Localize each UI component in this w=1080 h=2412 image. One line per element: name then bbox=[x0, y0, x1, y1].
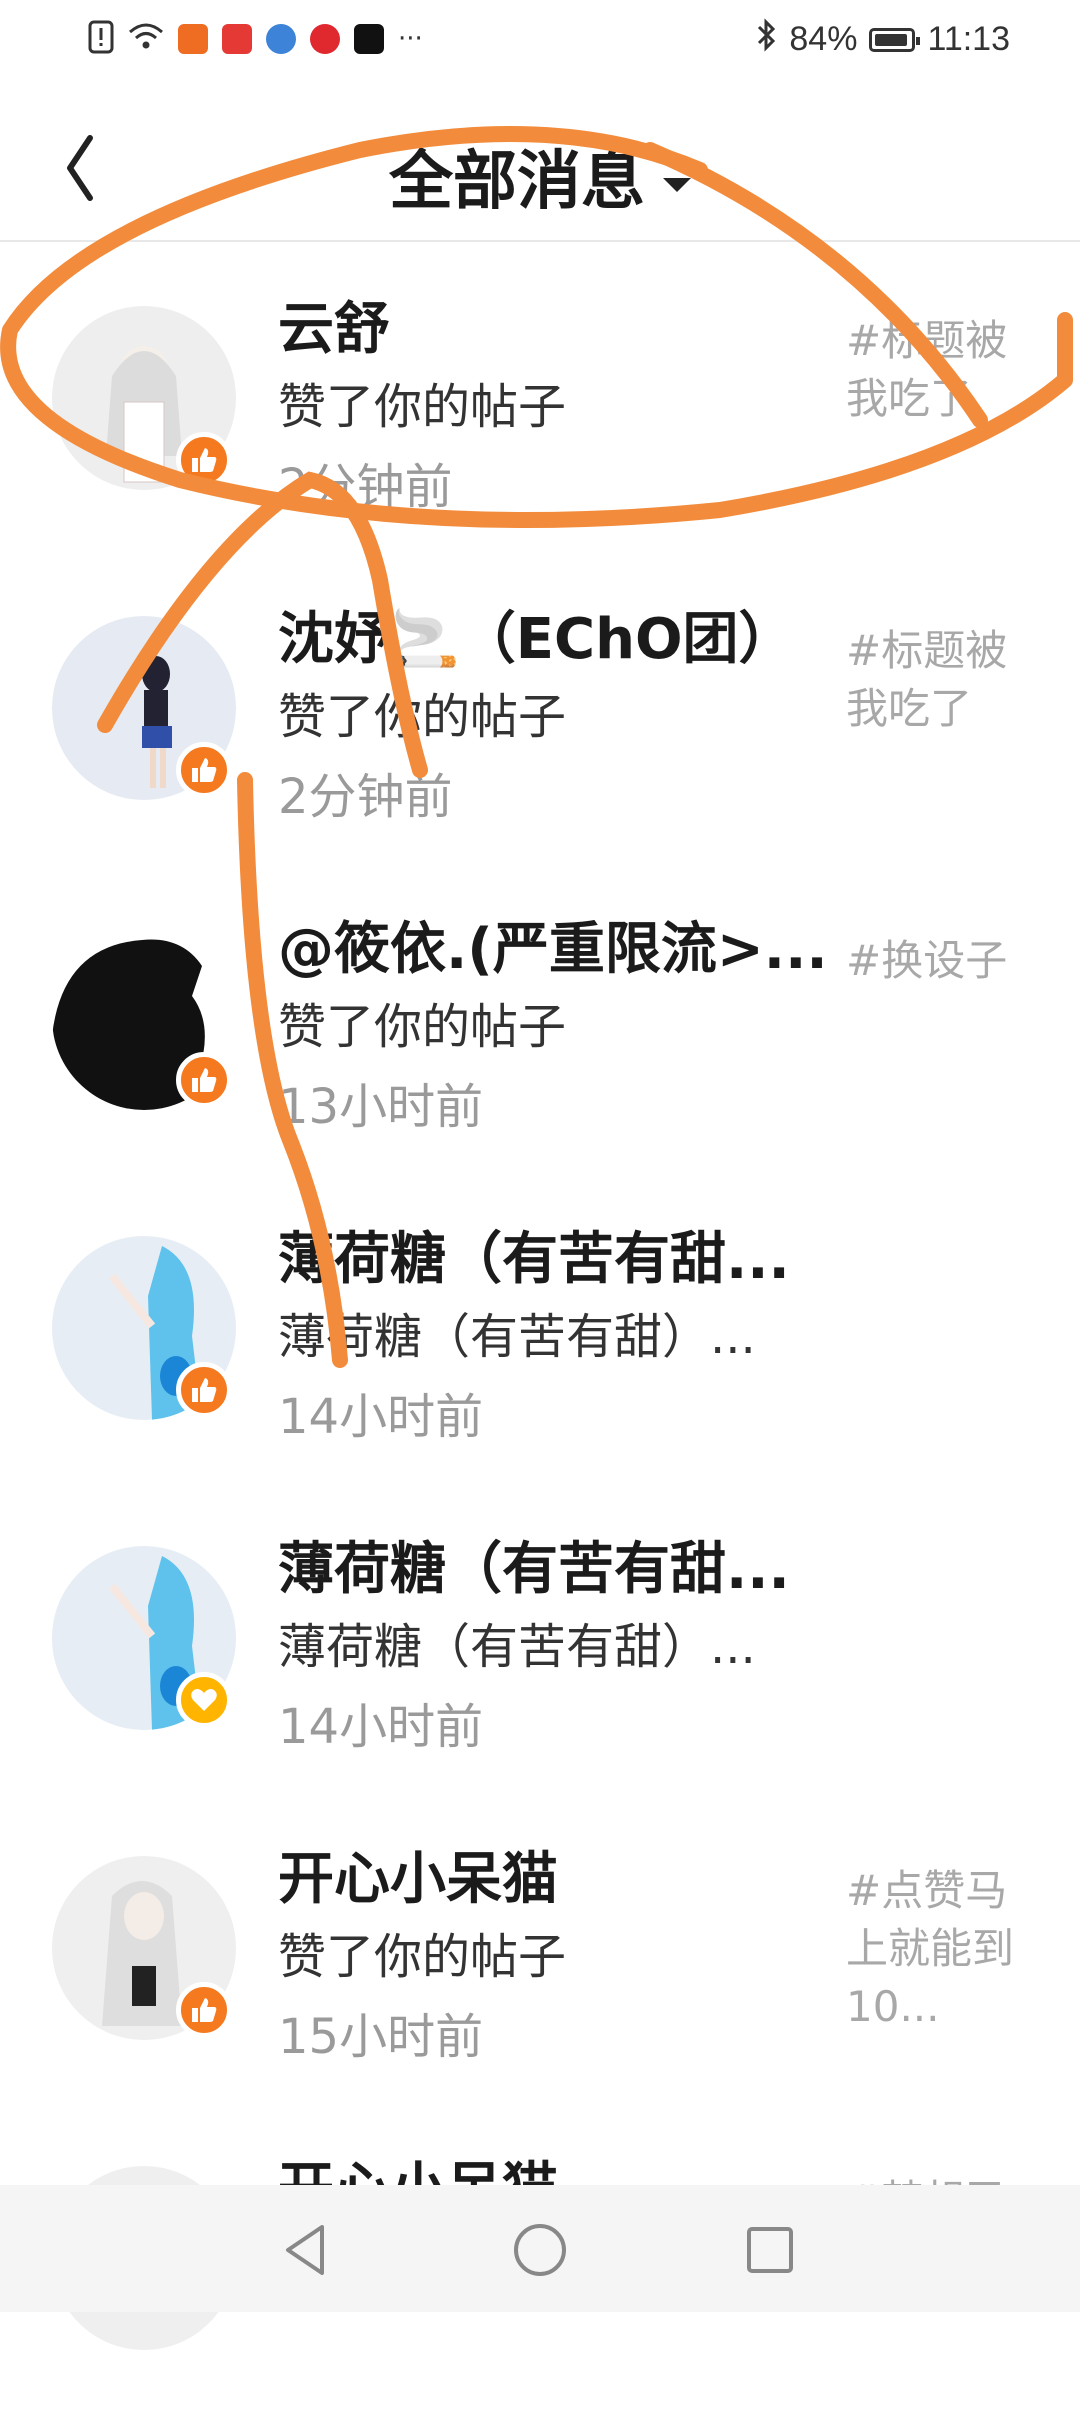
message-list: 云舒 赞了你的帖子 2分钟前 #标题被我吃了 沈妤🚬（EChO团） 赞了你的帖子… bbox=[0, 242, 1080, 2412]
message-time: 2分钟前 bbox=[278, 459, 453, 515]
heart-icon bbox=[176, 1672, 232, 1728]
thumbs-up-icon bbox=[176, 432, 232, 488]
alert-icon bbox=[88, 20, 114, 58]
sender-name: @筱依.(严重限流>... bbox=[278, 917, 828, 982]
video-icon bbox=[310, 24, 340, 54]
message-action: 赞了你的帖子 bbox=[278, 689, 567, 745]
list-item[interactable]: 薄荷糖（有苦有甜... 薄荷糖（有苦有甜）... 14小时前 bbox=[0, 1172, 1080, 1482]
header: 全部消息 bbox=[0, 110, 1080, 240]
thumbs-up-icon bbox=[176, 1982, 232, 2038]
message-action: 薄荷糖（有苦有甜）... bbox=[278, 1309, 756, 1365]
post-topic[interactable]: #标题被我吃了 bbox=[846, 312, 1036, 428]
message-time: 14小时前 bbox=[278, 1699, 484, 1755]
list-item[interactable]: @筱依.(严重限流>... 赞了你的帖子 13小时前 #换设子 bbox=[0, 862, 1080, 1172]
huawei-icon bbox=[222, 24, 252, 54]
post-topic[interactable]: #点赞马上就能到10... bbox=[846, 1862, 1036, 2036]
square-recents-icon[interactable] bbox=[735, 2215, 805, 2285]
sender-name: 云舒 bbox=[278, 297, 390, 362]
status-bar: ··· 84% 11:13 bbox=[0, 0, 1080, 80]
app-icon bbox=[178, 24, 208, 54]
sender-name: 开心小呆猫 bbox=[278, 1847, 558, 1912]
bluetooth-icon bbox=[755, 18, 777, 61]
list-item[interactable]: 薄荷糖（有苦有甜... 薄荷糖（有苦有甜）... 14小时前 bbox=[0, 1482, 1080, 1792]
more-icon: ··· bbox=[398, 24, 423, 54]
page-title-dropdown[interactable]: 全部消息 bbox=[0, 130, 1080, 222]
post-topic[interactable]: #标题被我吃了 bbox=[846, 622, 1036, 738]
clock: 11:13 bbox=[927, 20, 1010, 58]
tiktok-icon bbox=[354, 24, 384, 54]
sender-name: 薄荷糖（有苦有甜... bbox=[278, 1227, 790, 1292]
thumbs-up-icon bbox=[176, 1362, 232, 1418]
message-time: 14小时前 bbox=[278, 1389, 484, 1445]
status-icons: ··· bbox=[88, 20, 423, 58]
battery-percent: 84% bbox=[789, 20, 858, 58]
sender-name: 沈妤🚬（EChO团） bbox=[278, 607, 795, 672]
system-nav-bar bbox=[0, 2185, 1080, 2312]
list-item[interactable]: 沈妤🚬（EChO团） 赞了你的帖子 2分钟前 #标题被我吃了 bbox=[0, 552, 1080, 862]
page-title: 全部消息 bbox=[389, 145, 645, 219]
message-action: 赞了你的帖子 bbox=[278, 379, 567, 435]
triangle-back-icon[interactable] bbox=[270, 2215, 340, 2285]
circle-home-icon[interactable] bbox=[505, 2215, 575, 2285]
status-right: 84% 11:13 bbox=[755, 18, 1010, 61]
post-topic[interactable]: #换设子 bbox=[846, 932, 1036, 990]
message-action: 薄荷糖（有苦有甜）... bbox=[278, 1619, 756, 1675]
browser-icon bbox=[266, 24, 296, 54]
thumbs-up-icon bbox=[176, 742, 232, 798]
message-time: 13小时前 bbox=[278, 1079, 484, 1135]
wifi-icon bbox=[128, 22, 164, 56]
message-action: 赞了你的帖子 bbox=[278, 1929, 567, 1985]
sender-name: 薄荷糖（有苦有甜... bbox=[278, 1537, 790, 1602]
caret-down-icon bbox=[663, 178, 691, 193]
message-action: 赞了你的帖子 bbox=[278, 999, 567, 1055]
thumbs-up-icon bbox=[176, 1052, 232, 1108]
message-time: 15小时前 bbox=[278, 2009, 484, 2065]
battery-icon bbox=[869, 27, 921, 52]
message-time: 2分钟前 bbox=[278, 769, 453, 825]
list-item[interactable]: 开心小呆猫 赞了你的帖子 15小时前 #点赞马上就能到10... bbox=[0, 1792, 1080, 2102]
list-item[interactable]: 云舒 赞了你的帖子 2分钟前 #标题被我吃了 bbox=[0, 242, 1080, 552]
